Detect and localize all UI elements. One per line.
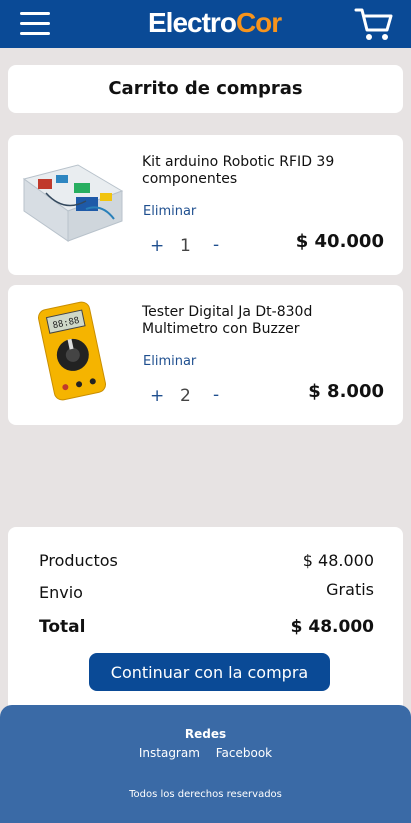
- quantity-value: 1: [180, 236, 191, 256]
- logo-part-electro: Electro: [148, 7, 237, 38]
- hamburger-menu-icon[interactable]: [20, 11, 50, 37]
- product-price: $ 40.000: [295, 231, 384, 252]
- product-name: Tester Digital Ja Dt-830d Multimetro con…: [142, 304, 313, 337]
- products-label: Productos: [39, 551, 118, 570]
- instagram-link[interactable]: Instagram: [139, 746, 200, 760]
- increment-quantity-button[interactable]: +: [150, 386, 164, 406]
- quantity-value: 2: [180, 386, 191, 406]
- total-value: $ 48.000: [290, 617, 374, 637]
- decrement-quantity-button[interactable]: -: [213, 385, 219, 405]
- app-header: ElectroCor: [0, 0, 411, 48]
- product-name: Kit arduino Robotic RFID 39 componentes: [142, 154, 335, 187]
- page-footer: Redes Instagram Facebook Todos los derec…: [0, 705, 411, 823]
- remove-item-link[interactable]: Eliminar: [143, 204, 196, 219]
- continue-purchase-button[interactable]: Continuar con la compra: [89, 653, 330, 691]
- social-title: Redes: [184, 727, 227, 741]
- social-links: Instagram Facebook: [0, 746, 411, 760]
- cart-item: 88:88 Tester Digital Ja Dt-830d Multimet…: [8, 285, 403, 425]
- shopping-cart-icon[interactable]: [354, 6, 394, 42]
- decrement-quantity-button[interactable]: -: [213, 235, 219, 255]
- logo-part-cor: Cor: [235, 7, 282, 38]
- arduino-kit-image: [22, 164, 124, 242]
- products-value: $ 48.000: [302, 551, 374, 570]
- page-title-card: Carrito de compras: [8, 65, 403, 113]
- facebook-link[interactable]: Facebook: [216, 746, 272, 760]
- brand-logo[interactable]: ElectroCor: [148, 7, 282, 39]
- remove-item-link[interactable]: Eliminar: [143, 354, 196, 369]
- page-title: Carrito de compras: [108, 78, 303, 99]
- order-summary: Productos $ 48.000 Envio Gratis Total $ …: [8, 527, 403, 717]
- multimeter-image: 88:88: [37, 301, 107, 401]
- product-price: $ 8.000: [308, 381, 384, 402]
- shipping-value: Gratis: [326, 580, 374, 599]
- copyright-text: Todos los derechos reservados: [129, 789, 282, 800]
- total-label: Total: [39, 617, 86, 637]
- shipping-label: Envio: [39, 583, 83, 602]
- cart-item: Kit arduino Robotic RFID 39 componentes …: [8, 135, 403, 275]
- increment-quantity-button[interactable]: +: [150, 236, 164, 256]
